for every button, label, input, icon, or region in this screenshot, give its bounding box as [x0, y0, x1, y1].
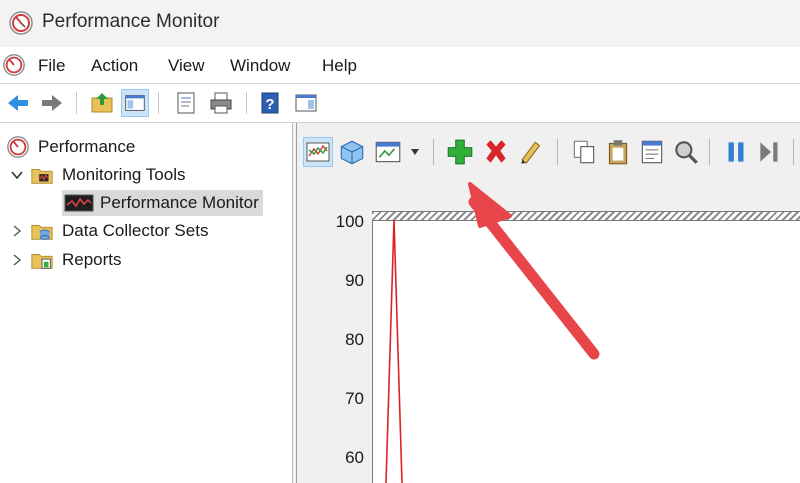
paste-counter-list-icon[interactable]: [603, 137, 633, 167]
line-graph-icon: [306, 142, 330, 162]
properties-icon[interactable]: [172, 89, 200, 117]
annotation-arrowhead-icon: [468, 182, 512, 228]
menu-help[interactable]: Help: [322, 56, 357, 76]
main-toolbar: ?: [0, 84, 800, 123]
y-tick-label: 80: [345, 330, 364, 349]
forward-icon[interactable]: [38, 89, 66, 117]
tree-item-label: Monitoring Tools: [62, 165, 186, 184]
view-log-data-icon[interactable]: [337, 137, 367, 167]
y-tick-label: 70: [345, 389, 364, 408]
add-counter-icon[interactable]: [445, 137, 475, 167]
tree-item-label: Performance: [38, 137, 136, 156]
menu-window[interactable]: Window: [230, 56, 290, 76]
chevron-right-icon[interactable]: [10, 224, 24, 238]
folder-icon: [31, 169, 53, 184]
tree-item-label: Reports: [62, 250, 122, 269]
toolbar-separator: [158, 92, 159, 114]
window-title: Performance Monitor: [42, 11, 220, 32]
counter-series-line: [385, 219, 403, 483]
highlight-icon[interactable]: [517, 137, 547, 167]
back-icon[interactable]: [4, 89, 32, 117]
performance-monitor-icon: [9, 11, 33, 35]
toolbar-separator: [709, 139, 710, 165]
performance-icon: [7, 136, 29, 158]
tree-item-monitoring-tools[interactable]: Monitoring Tools: [10, 162, 185, 188]
help-icon[interactable]: ?: [256, 89, 284, 117]
tree-item-reports[interactable]: Reports: [10, 247, 122, 273]
change-graph-type-icon[interactable]: [373, 137, 403, 167]
menu-view[interactable]: View: [168, 56, 205, 76]
tree-item-data-collector-sets[interactable]: Data Collector Sets: [10, 218, 208, 244]
tree-item-performance[interactable]: Performance: [6, 134, 135, 160]
console-tree-icon: [125, 95, 145, 111]
console-tree: Performance Monitoring Tools Performance…: [0, 123, 293, 483]
freeze-display-icon[interactable]: [721, 137, 751, 167]
data-collector-folder-icon: [31, 225, 53, 240]
update-data-icon[interactable]: [755, 137, 785, 167]
dropdown-arrow-icon[interactable]: [409, 147, 421, 157]
menu-file[interactable]: File: [38, 56, 65, 76]
annotation-arrow: [468, 182, 600, 360]
y-tick-label: 100: [335, 212, 364, 231]
tree-item-label: Performance Monitor: [100, 193, 259, 212]
toolbar-separator: [433, 139, 434, 165]
chevron-right-icon[interactable]: [10, 253, 24, 267]
toolbar-separator: [76, 92, 77, 114]
menu-action[interactable]: Action: [91, 56, 138, 76]
delete-counter-icon[interactable]: [481, 137, 511, 167]
y-tick-label: 90: [345, 271, 364, 290]
show-hide-console-tree-button[interactable]: [121, 89, 149, 117]
tree-item-label: Data Collector Sets: [62, 221, 209, 240]
tree-item-performance-monitor[interactable]: Performance Monitor: [62, 190, 263, 216]
view-current-activity-button[interactable]: [303, 137, 333, 167]
performance-monitor-graph-icon: [64, 194, 94, 212]
menu-bar: File Action View Window Help: [0, 47, 800, 84]
up-folder-icon[interactable]: [88, 89, 116, 117]
show-hide-action-pane-icon[interactable]: [292, 89, 320, 117]
svg-text:?: ?: [265, 96, 274, 113]
toolbar-separator: [793, 139, 794, 165]
zoom-icon[interactable]: [671, 137, 701, 167]
toolbar-separator: [246, 92, 247, 114]
system-menu-icon[interactable]: [2, 53, 26, 77]
copy-properties-icon[interactable]: [569, 137, 599, 167]
print-icon[interactable]: [207, 89, 235, 117]
title-bar: Performance Monitor: [0, 0, 800, 46]
chevron-down-icon[interactable]: [10, 168, 24, 182]
y-tick-label: 60: [345, 448, 364, 467]
toolbar-separator: [557, 139, 558, 165]
properties-icon[interactable]: [637, 137, 667, 167]
reports-folder-icon: [31, 254, 53, 269]
annotation-arrow-shaft: [468, 196, 600, 360]
